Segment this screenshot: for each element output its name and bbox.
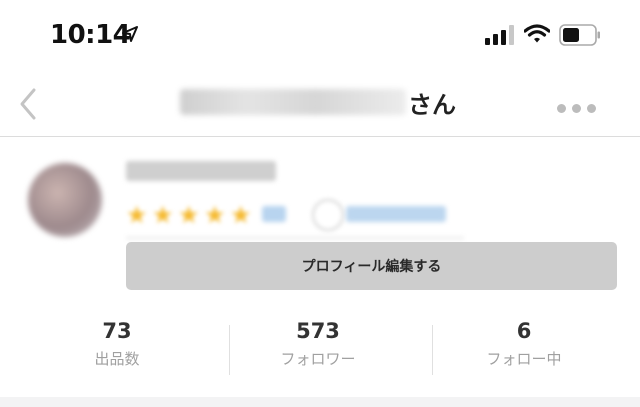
- star-icon: ★: [126, 201, 148, 229]
- section-separator: [0, 397, 640, 407]
- location-arrow-icon: [121, 25, 139, 47]
- stat-followers[interactable]: 573 フォロワー: [212, 318, 424, 369]
- page-title: さん: [180, 84, 456, 120]
- cellular-signal-icon: [485, 25, 515, 49]
- nav-bar: さん: [0, 68, 640, 137]
- stat-value: 573: [296, 319, 340, 343]
- status-time: 10:14: [50, 20, 131, 50]
- star-icon: ★: [230, 201, 252, 229]
- stat-label: フォロー中: [486, 350, 562, 368]
- stat-following[interactable]: 6 フォロー中: [418, 318, 630, 369]
- blurred-display-name: [126, 161, 276, 181]
- stats-row: 73 出品数 573 フォロワー 6 フォロー中: [0, 318, 640, 380]
- more-dots-icon[interactable]: [557, 98, 602, 117]
- divider: [126, 237, 464, 239]
- blurred-verified-text[interactable]: [346, 206, 446, 222]
- rating-stars: ★ ★ ★ ★ ★: [126, 203, 256, 227]
- profile-card: ★ ★ ★ ★ ★ プロフィール編集する: [0, 137, 640, 307]
- status-bar: 10:14: [0, 0, 640, 68]
- wifi-icon: [523, 24, 551, 48]
- stat-listings[interactable]: 73 出品数: [11, 318, 223, 369]
- avatar[interactable]: [28, 163, 102, 237]
- star-icon: ★: [178, 201, 200, 229]
- edit-profile-button[interactable]: プロフィール編集する: [126, 242, 617, 290]
- verified-badge-icon: [312, 199, 344, 231]
- blurred-username: [180, 89, 406, 115]
- stat-value: 73: [102, 319, 132, 343]
- chevron-left-icon[interactable]: [14, 86, 42, 126]
- star-icon: ★: [152, 201, 174, 229]
- battery-icon: [559, 24, 601, 50]
- stat-value: 6: [516, 319, 532, 343]
- star-icon: ★: [204, 201, 226, 229]
- blurred-review-count[interactable]: [262, 206, 286, 222]
- stat-label: 出品数: [94, 350, 140, 368]
- title-suffix: さん: [408, 90, 456, 119]
- stat-label: フォロワー: [280, 350, 356, 368]
